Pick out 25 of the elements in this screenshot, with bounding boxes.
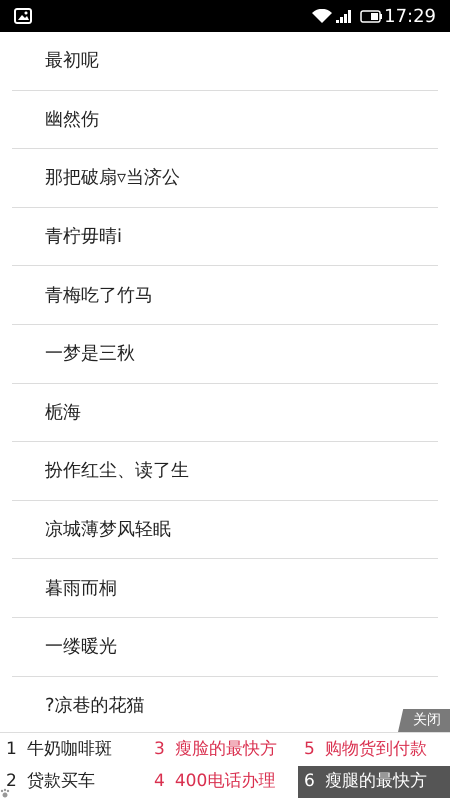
ad-link[interactable]: 4 400电话办理: [148, 766, 298, 798]
ad-link[interactable]: 1 牛奶咖啡斑: [0, 733, 148, 766]
paw-icon: [0, 788, 10, 798]
clock-time: 17:29: [384, 4, 436, 28]
ad-link[interactable]: 2 贷款买车: [0, 766, 148, 798]
list-item[interactable]: 暮雨而桐: [45, 574, 117, 602]
list-item[interactable]: 青梅吃了竹马: [45, 282, 153, 309]
list-item[interactable]: 青柠毋晴i: [45, 223, 122, 250]
battery-icon: [360, 10, 382, 22]
signal-icon: [336, 10, 352, 22]
ad-link[interactable]: 3 瘦脸的最快方: [148, 733, 298, 766]
ad-link[interactable]: 5 购物货到付款: [298, 733, 450, 766]
ad-link[interactable]: 6 瘦腿的最快方: [298, 766, 450, 798]
picture-notification-icon: [14, 8, 32, 24]
list-item[interactable]: 一缕暖光: [45, 633, 117, 660]
list-item[interactable]: ?凉巷的花猫: [45, 692, 145, 719]
list-item[interactable]: 一梦是三秋: [45, 340, 135, 368]
list-item[interactable]: 凉城薄梦风轻眠: [45, 516, 171, 544]
list-item[interactable]: 最初呢: [45, 47, 99, 74]
list-item[interactable]: 栀海: [45, 398, 81, 426]
list-item[interactable]: 幽然伤: [45, 106, 99, 133]
wifi-icon: [312, 8, 332, 24]
list-item[interactable]: 扮作红尘、读了生: [45, 457, 189, 484]
list-item[interactable]: 那把破扇▿当济公: [45, 164, 180, 192]
close-button[interactable]: 关闭: [398, 709, 450, 732]
